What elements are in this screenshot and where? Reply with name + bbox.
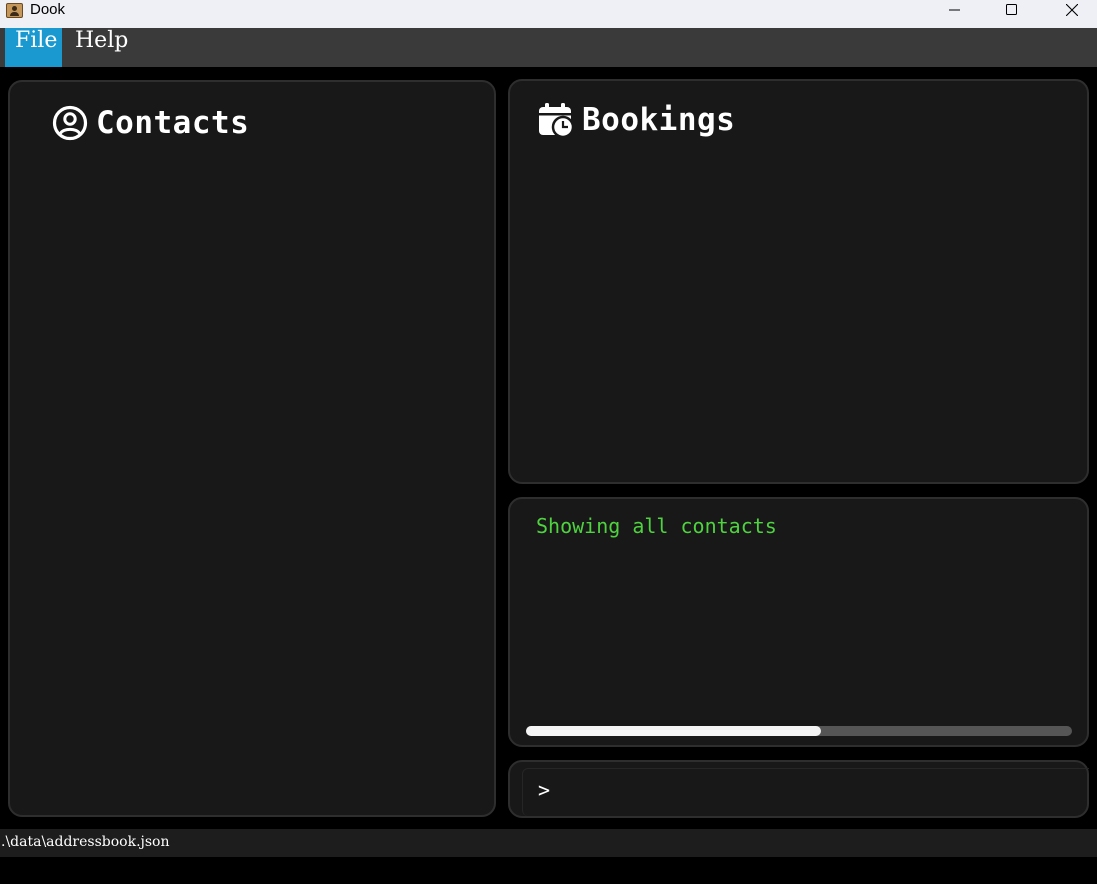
result-message: Showing all contacts	[536, 514, 777, 538]
user-circle-icon	[52, 105, 88, 141]
result-scrollbar[interactable]	[526, 726, 1072, 736]
save-location-path: .\data\addressbook.json	[1, 834, 170, 850]
calendar-clock-icon	[539, 103, 574, 138]
maximize-icon	[1006, 4, 1017, 15]
contacts-header: Contacts	[52, 105, 249, 141]
contacts-panel: Contacts	[8, 80, 496, 817]
close-button[interactable]	[1049, 0, 1095, 22]
app-icon	[6, 3, 23, 18]
bookings-title: Bookings	[582, 102, 736, 138]
bookings-panel: Bookings	[508, 79, 1089, 484]
contacts-title: Contacts	[96, 105, 250, 141]
minimize-button[interactable]	[932, 0, 978, 22]
result-scrollbar-thumb[interactable]	[526, 726, 821, 736]
minimize-icon	[949, 9, 960, 11]
result-display-panel: Showing all contacts	[508, 497, 1089, 747]
close-icon	[1066, 4, 1078, 16]
command-input[interactable]	[560, 774, 1064, 806]
command-prompt: >	[538, 778, 551, 802]
bookings-list[interactable]	[520, 151, 1077, 471]
window-titlebar: Dook	[0, 0, 1097, 28]
contacts-list[interactable]	[20, 157, 484, 807]
maximize-button[interactable]	[989, 0, 1035, 22]
menu-file[interactable]: File	[5, 28, 62, 67]
window-title: Dook	[30, 1, 66, 18]
bookings-header: Bookings	[538, 102, 735, 138]
status-bar: .\data\addressbook.json	[0, 829, 1097, 857]
menu-bar: File Help	[0, 28, 1097, 67]
command-box: >	[508, 760, 1089, 818]
menu-help[interactable]: Help	[65, 28, 138, 67]
